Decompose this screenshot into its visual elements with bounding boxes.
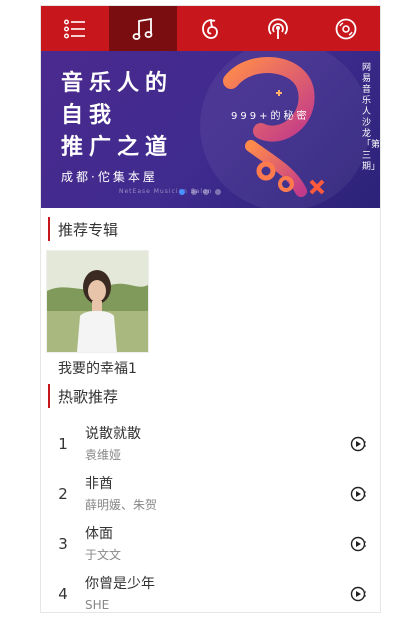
song-title[interactable]: 说散就散	[85, 425, 348, 444]
song-play-button[interactable]	[348, 586, 368, 602]
song-list: 1 说散就散 袁维娅 2 非酋 薛明媛、朱贺 3 体面 于文文 4 你曾是少年 …	[41, 419, 380, 612]
play-circle-icon	[350, 586, 366, 602]
song-title[interactable]: 非酋	[85, 475, 348, 494]
songs-section-header: 热歌推荐	[41, 383, 380, 409]
music-note-icon	[132, 17, 153, 40]
song-row[interactable]: 2 非酋 薛明媛、朱贺	[41, 469, 380, 519]
banner-dot[interactable]	[203, 189, 209, 195]
song-row[interactable]: 4 你曾是少年 SHE	[41, 569, 380, 612]
song-artist: 袁维娅	[85, 447, 122, 462]
song-title[interactable]: 你曾是少年	[85, 575, 348, 594]
vinyl-record-icon	[335, 18, 357, 39]
songs-section-header-wrap: 热歌推荐	[41, 383, 380, 409]
radio-icon	[268, 18, 289, 39]
banner-pagination	[179, 189, 221, 195]
album-name[interactable]: 我要的幸福1	[46, 358, 149, 378]
song-row[interactable]: 3 体面 于文文	[41, 519, 380, 569]
section-accent-bar	[48, 384, 50, 408]
song-play-button[interactable]	[348, 436, 368, 452]
songs-section-title: 热歌推荐	[58, 387, 119, 406]
album-card[interactable]: 我要的幸福1	[46, 250, 149, 378]
nav-menu[interactable]	[41, 6, 109, 51]
app-container: 音乐人的 自我 推广之道 999+的秘密 成都·佗集本屋 NetEase Mus…	[40, 5, 381, 613]
song-row[interactable]: 1 说散就散 袁维娅	[41, 419, 380, 469]
section-accent-bar	[48, 217, 50, 241]
nav-radio[interactable]	[244, 6, 312, 51]
nav-netease[interactable]	[177, 6, 245, 51]
nav-music[interactable]	[108, 6, 177, 51]
banner-tag: 999+的秘密	[231, 111, 310, 122]
netease-logo-icon	[202, 18, 219, 39]
banner[interactable]: 音乐人的 自我 推广之道 999+的秘密 成都·佗集本屋 NetEase Mus…	[41, 51, 380, 208]
play-circle-icon	[350, 536, 366, 552]
song-title[interactable]: 体面	[85, 525, 348, 544]
banner-place: 成都·佗集本屋	[61, 170, 158, 184]
banner-decoration	[223, 57, 325, 197]
album-cover[interactable]	[46, 250, 149, 353]
song-index: 4	[58, 585, 68, 603]
song-play-button[interactable]	[348, 536, 368, 552]
banner-dot[interactable]	[191, 189, 197, 195]
nav-vinyl[interactable]	[312, 6, 380, 51]
banner-title-line-3: 推广之道	[61, 134, 174, 160]
song-index: 3	[58, 535, 68, 553]
play-circle-icon	[350, 436, 366, 452]
banner-dot[interactable]	[215, 189, 221, 195]
song-index: 2	[58, 485, 68, 503]
banner-title-line-1: 音乐人的	[61, 70, 174, 96]
song-artist: 薛明媛、朱贺	[85, 497, 158, 512]
top-nav	[41, 6, 380, 51]
banner-title-line-2: 自我	[61, 102, 118, 128]
banner-side-text: 网易音乐人沙龙「第三期」	[362, 63, 380, 172]
song-play-button[interactable]	[348, 486, 368, 502]
albums-section-header: 推荐专辑	[41, 216, 380, 242]
song-artist: SHE	[85, 597, 110, 612]
menu-icon	[63, 19, 85, 38]
song-index: 1	[58, 435, 68, 453]
play-circle-icon	[350, 486, 366, 502]
song-artist: 于文文	[85, 547, 122, 562]
banner-dot-active[interactable]	[179, 189, 185, 195]
album-cover-image	[47, 251, 148, 352]
albums-section-title: 推荐专辑	[58, 220, 119, 239]
